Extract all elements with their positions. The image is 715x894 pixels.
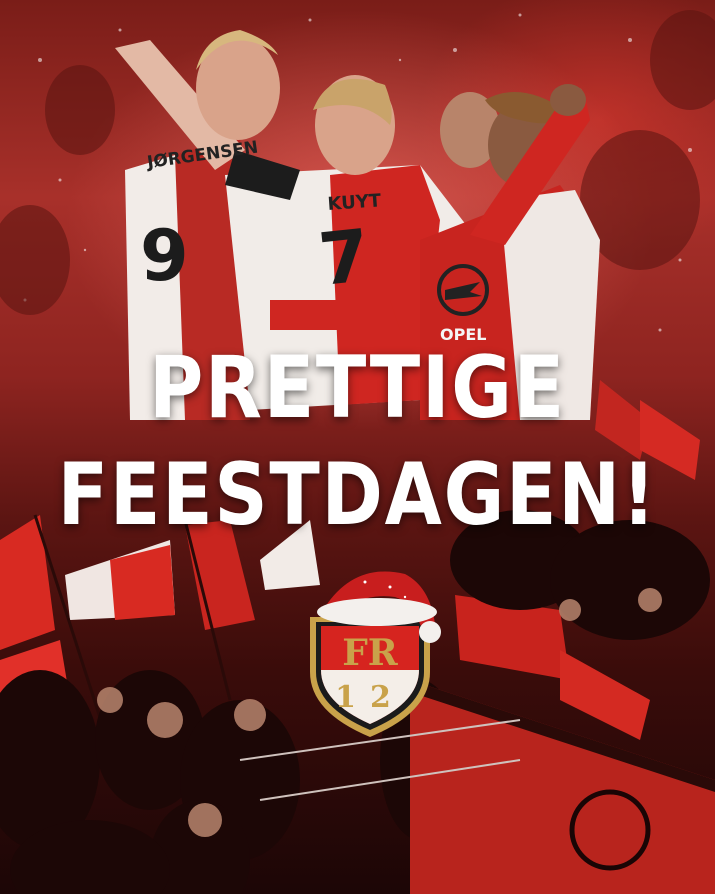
jersey-number-center: 7 (315, 213, 374, 302)
greeting-line-1: PRETTIGE (149, 338, 566, 438)
crest-graphic: FR 12 (310, 571, 441, 737)
jersey-number-left: 9 (140, 215, 189, 297)
jersey-name-center: KUYT (327, 190, 383, 215)
holiday-poster: JØRGENSEN 9 KUYT 7 OPEL PRETTIGE FEESTDA… (0, 0, 715, 894)
club-crest-with-santa-hat: FR 12 (295, 562, 445, 742)
greeting-line-2: FEESTDAGEN! (57, 445, 658, 545)
crest-number: 12 (335, 680, 405, 715)
crest-letters: FR (342, 632, 399, 674)
